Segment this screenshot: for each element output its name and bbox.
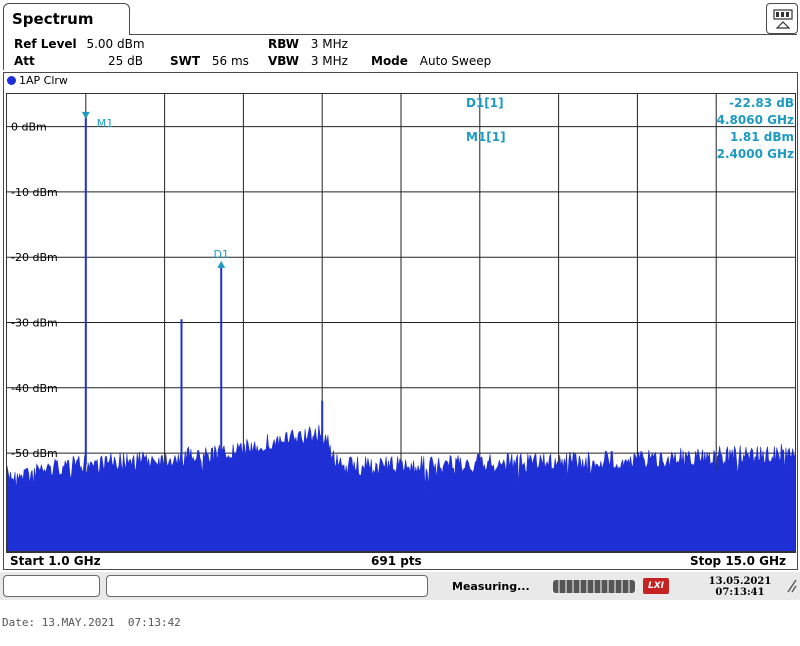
rbw-value: 3 MHz [310,37,348,51]
trace-dot-icon [7,76,16,85]
date-footer: Date: 13.MAY.2021 07:13:42 [2,616,181,629]
spectrum-chart: 0 dBm -10 dBm -20 dBm -30 dBm -40 dBm -50 dBm… [7,94,795,551]
rbw-label: RBW [268,37,299,51]
marker-m1-tag: M1 [97,117,114,130]
d1-readout-label: D1[1] [466,96,504,110]
y-tick-label: -50 dBm [11,447,58,460]
y-tick-label: -40 dBm [11,382,58,395]
vbw-param[interactable]: VBW 3 MHz [268,54,348,68]
marker-d1-triangle [217,260,226,268]
att-label: Att [14,54,35,68]
d1-readout-value: -22.83 dB [729,96,794,110]
status-field-1[interactable] [3,575,100,597]
start-frequency[interactable]: Start 1.0 GHz [10,554,101,568]
spectrum-plot[interactable]: 0 dBm -10 dBm -20 dBm -30 dBm -40 dBm -50 dBm… [6,93,796,552]
ref-level-param[interactable]: Ref Level 5.00 dBm [14,37,145,51]
m1-readout-label: M1[1] [466,130,506,144]
sweep-points[interactable]: 691 pts [371,554,422,568]
d1-readout-freq: 4.8060 GHz [717,113,794,127]
vbw-value: 3 MHz [310,54,348,68]
swt-value: 56 ms [211,54,249,68]
status-bar: Measuring... LXI 13.05.2021 07:13:41 [0,572,800,600]
tab-divider-left [3,34,4,70]
att-param[interactable]: Att [14,54,35,68]
progress-bar [553,580,635,593]
ref-level-value: 5.00 dBm [86,37,145,51]
measuring-status: Measuring... [452,580,530,593]
vbw-label: VBW [268,54,300,68]
spectrum-tab-label: Spectrum [12,10,94,28]
y-tick-label: -30 dBm [11,317,58,330]
lxi-icon: LXI [643,578,669,594]
tab-divider [129,34,797,35]
trace-label: 1AP Clrw [19,74,68,87]
att-value: 25 dB [108,54,143,68]
m1-readout-value: 1.81 dBm [730,130,794,144]
y-tick-label: -10 dBm [11,186,58,199]
display-config-button[interactable] [766,3,798,34]
marker-readout: D1[1] -22.83 dB 4.8060 GHz M1[1] 1.81 dB… [466,96,794,161]
sweep-info-bar: Start 1.0 GHz 691 pts Stop 15.0 GHz [6,552,796,569]
resize-corner-icon [787,579,797,593]
swt-param[interactable]: SWT 56 ms [170,54,249,68]
display-config-icon [773,9,793,29]
stop-frequency[interactable]: Stop 15.0 GHz [690,554,786,568]
mode-label: Mode [371,54,408,68]
mode-value: Auto Sweep [419,54,492,68]
swt-label: SWT [170,54,201,68]
rbw-param[interactable]: RBW 3 MHz [268,37,348,51]
ref-level-label: Ref Level [14,37,77,51]
status-datetime: 13.05.2021 07:13:41 [700,576,780,598]
status-time: 07:13:41 [715,587,765,598]
y-tick-label: 0 dBm [11,121,47,134]
trace-indicator[interactable]: 1AP Clrw [7,74,68,87]
analyzer-window: Spectrum Ref Level 5.00 dBm RBW 3 MHz At… [0,0,800,600]
y-tick-label: -20 dBm [11,251,58,264]
markers: M1 D1 [81,111,229,268]
mode-param[interactable]: Mode Auto Sweep [371,54,491,68]
spectrum-tab[interactable]: Spectrum [3,3,130,35]
marker-d1-tag: D1 [213,248,228,261]
marker-m1-triangle [81,111,90,119]
status-date: 13.05.2021 [708,576,772,587]
status-field-2[interactable] [106,575,428,597]
m1-readout-freq: 2.4000 GHz [717,147,794,161]
y-axis-labels: 0 dBm -10 dBm -20 dBm -30 dBm -40 dBm -50 dBm [11,121,58,460]
